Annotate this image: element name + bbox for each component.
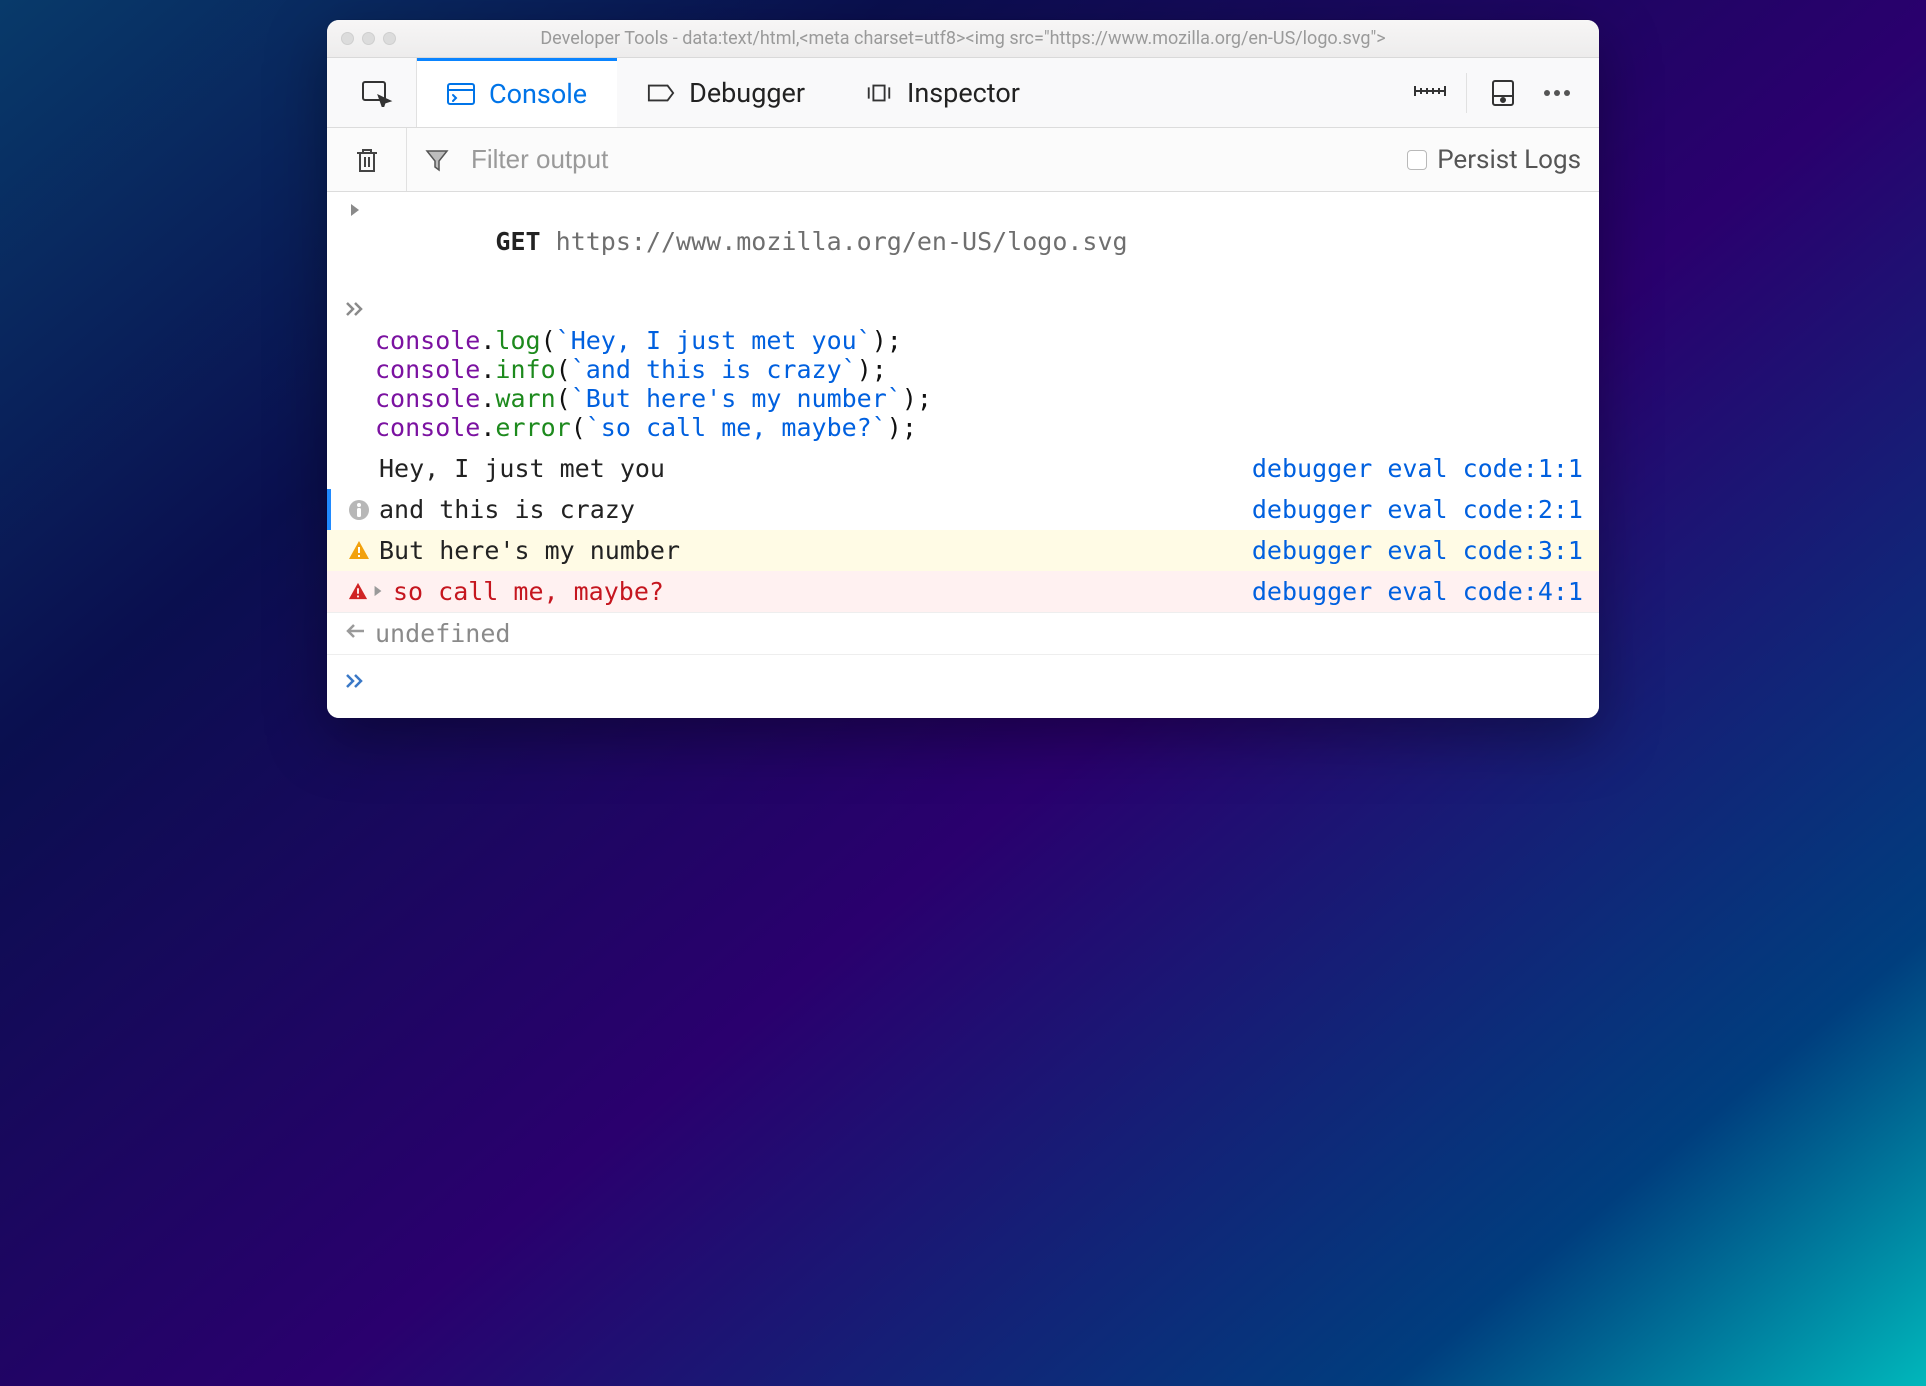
zoom-window-button[interactable]	[383, 32, 396, 45]
persist-logs-checkbox[interactable]	[1407, 150, 1427, 170]
http-url: https://www.mozilla.org/en-US/logo.svg	[556, 227, 1128, 256]
clear-console-button[interactable]	[327, 128, 407, 191]
info-icon	[339, 495, 379, 521]
console-input-line[interactable]	[375, 669, 1583, 698]
console-prompt[interactable]	[327, 654, 1599, 718]
filter-toggle-button[interactable]	[407, 147, 467, 173]
http-method: GET	[495, 227, 540, 256]
toolbox-right-tools	[1412, 73, 1589, 113]
console-log-row[interactable]: Hey, I just met you debugger eval code:1…	[327, 448, 1599, 489]
console-input-echo: console.log(`Hey, I just met you`); cons…	[327, 291, 1599, 448]
persist-logs-label: Persist Logs	[1437, 145, 1581, 175]
error-location[interactable]: debugger eval code:4:1	[1252, 577, 1583, 606]
console-output: GET https://www.mozilla.org/en-US/logo.s…	[327, 192, 1599, 718]
tab-console-label: Console	[489, 78, 587, 110]
log-text: Hey, I just met you	[379, 454, 1252, 483]
window-title: Developer Tools - data:text/html,<meta c…	[327, 28, 1599, 49]
warn-location[interactable]: debugger eval code:3:1	[1252, 536, 1583, 565]
error-text: so call me, maybe?	[393, 577, 1252, 606]
filter-output-input[interactable]	[467, 140, 1389, 179]
console-error-row[interactable]: so call me, maybe? debugger eval code:4:…	[327, 571, 1599, 612]
debugger-icon	[647, 82, 675, 104]
close-window-button[interactable]	[341, 32, 354, 45]
expand-icon[interactable]	[335, 198, 375, 218]
console-info-row[interactable]: and this is crazy debugger eval code:2:1	[327, 489, 1599, 530]
error-icon	[339, 577, 393, 601]
dock-mode-button[interactable]	[1485, 75, 1521, 111]
code-block: console.log(`Hey, I just met you`); cons…	[375, 297, 1583, 442]
responsive-design-button[interactable]	[1412, 75, 1448, 111]
return-arrow-icon	[335, 619, 375, 639]
tab-console[interactable]: Console	[417, 58, 617, 127]
prompt-icon	[335, 669, 375, 689]
expand-error-icon[interactable]	[372, 584, 384, 598]
tab-debugger-label: Debugger	[689, 77, 805, 109]
network-request-row[interactable]: GET https://www.mozilla.org/en-US/logo.s…	[327, 192, 1599, 291]
log-location[interactable]: debugger eval code:1:1	[1252, 454, 1583, 483]
tab-inspector[interactable]: Inspector	[835, 58, 1050, 127]
return-value: undefined	[375, 619, 1583, 648]
console-icon	[447, 83, 475, 105]
more-tools-button[interactable]	[1539, 75, 1575, 111]
window-controls	[341, 32, 396, 45]
element-picker-button[interactable]	[337, 58, 417, 127]
info-text: and this is crazy	[379, 495, 1252, 524]
warn-icon	[339, 536, 379, 560]
info-location[interactable]: debugger eval code:2:1	[1252, 495, 1583, 524]
persist-logs-toggle[interactable]: Persist Logs	[1389, 145, 1599, 175]
minimize-window-button[interactable]	[362, 32, 375, 45]
devtools-window: Developer Tools - data:text/html,<meta c…	[327, 20, 1599, 718]
warn-text: But here's my number	[379, 536, 1252, 565]
console-return-row: undefined	[327, 612, 1599, 654]
toolbox-tabs: Console Debugger Inspector	[327, 58, 1599, 128]
console-filter-bar: Persist Logs	[327, 128, 1599, 192]
tab-debugger[interactable]: Debugger	[617, 58, 835, 127]
window-titlebar: Developer Tools - data:text/html,<meta c…	[327, 20, 1599, 58]
console-warn-row[interactable]: But here's my number debugger eval code:…	[327, 530, 1599, 571]
tab-inspector-label: Inspector	[907, 77, 1020, 109]
inspector-icon	[865, 82, 893, 104]
input-prompt-icon	[335, 297, 375, 317]
